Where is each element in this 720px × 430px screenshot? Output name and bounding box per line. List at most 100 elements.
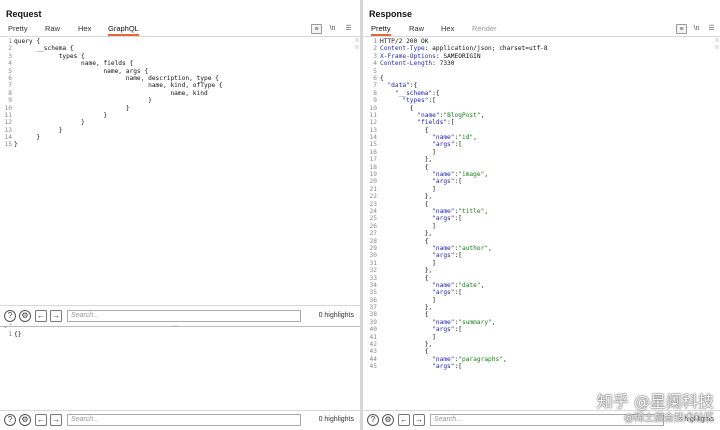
variables-search-bar: ? ⚙ ← → Search... 0 highlights bbox=[0, 412, 360, 428]
query-search-input[interactable]: Search... bbox=[67, 310, 301, 322]
response-line: ] bbox=[380, 185, 436, 193]
response-line: HTTP/2 200 OK bbox=[380, 38, 429, 45]
query-highlights-count: 0 highlights bbox=[318, 312, 354, 319]
line-number: 7 bbox=[8, 82, 12, 90]
response-line: "name":"paragraphs", bbox=[432, 355, 507, 363]
arrow-left-icon[interactable]: ← bbox=[35, 310, 47, 322]
code-line: {} bbox=[14, 331, 22, 338]
response-line: X-Frame-Options: SAMEORIGIN bbox=[380, 52, 481, 60]
arrow-left-icon[interactable]: ← bbox=[398, 414, 410, 426]
line-number: 19 bbox=[369, 171, 377, 179]
response-line: }, bbox=[380, 341, 433, 349]
line-number: 29 bbox=[369, 244, 377, 252]
text-wrap-icon[interactable]: ≡ bbox=[311, 24, 322, 34]
collapse-chevron-icon[interactable]: ⌄⌃ bbox=[3, 323, 13, 330]
line-number: 26 bbox=[369, 222, 377, 230]
response-scroll-strip[interactable] bbox=[714, 38, 720, 52]
response-line: ] bbox=[380, 259, 436, 267]
response-line: }, bbox=[380, 304, 433, 312]
line-number: 2 bbox=[8, 45, 12, 53]
arrow-right-icon[interactable]: → bbox=[50, 310, 62, 322]
line-number: 2 bbox=[373, 45, 377, 53]
arrow-right-icon[interactable]: → bbox=[50, 414, 62, 426]
response-title: Response bbox=[369, 9, 413, 19]
line-number: 15 bbox=[4, 141, 12, 149]
response-line: "name":"image", bbox=[432, 171, 489, 179]
text-wrap-icon[interactable]: ≡ bbox=[676, 24, 687, 34]
code-line: name, fields { bbox=[14, 60, 134, 68]
code-line: query { bbox=[14, 38, 41, 45]
line-number: 20 bbox=[369, 178, 377, 186]
line-number: 1 bbox=[8, 38, 12, 45]
arrow-right-icon[interactable]: → bbox=[413, 414, 425, 426]
line-number: 32 bbox=[369, 267, 377, 275]
line-number: 14 bbox=[4, 134, 12, 142]
request-tab-separator bbox=[0, 36, 360, 37]
response-line: { bbox=[380, 200, 429, 208]
graphql-variables-editor[interactable]: 1 {} bbox=[0, 331, 360, 407]
response-line: "args":[ bbox=[432, 141, 462, 149]
newline-icon[interactable]: \n bbox=[691, 24, 702, 34]
line-number: 37 bbox=[369, 304, 377, 312]
request-tab-raw[interactable]: Raw bbox=[45, 24, 60, 36]
splitter-grip-icon[interactable]: ⋯ bbox=[172, 323, 178, 330]
newline-icon[interactable]: \n bbox=[327, 24, 338, 34]
response-line: Content-Type: application/json; charset=… bbox=[380, 45, 548, 53]
line-number: 42 bbox=[369, 341, 377, 349]
response-line: "data":{ bbox=[387, 82, 418, 90]
request-pane: Request Pretty Raw Hex GraphQL ≡ \n ☰ 12… bbox=[0, 0, 360, 430]
line-number: 12 bbox=[369, 119, 377, 127]
gear-icon[interactable]: ⚙ bbox=[382, 414, 394, 426]
response-line bbox=[380, 68, 548, 75]
help-circle-icon[interactable]: ? bbox=[4, 414, 16, 426]
response-line: "types":[ bbox=[402, 97, 436, 105]
code-line: name, description, type { bbox=[14, 74, 219, 82]
request-tab-pretty[interactable]: Pretty bbox=[8, 24, 28, 36]
line-number: 10 bbox=[4, 104, 12, 112]
line-number: 30 bbox=[369, 252, 377, 260]
response-line: }, bbox=[380, 156, 433, 164]
response-line: "__schema":{ bbox=[394, 89, 440, 97]
gear-icon[interactable]: ⚙ bbox=[19, 310, 31, 322]
response-line: { bbox=[380, 74, 384, 82]
line-number: 9 bbox=[8, 97, 12, 105]
line-number: 1 bbox=[8, 331, 12, 338]
code-line: } bbox=[14, 134, 41, 142]
help-circle-icon[interactable]: ? bbox=[4, 310, 16, 322]
line-number-gutter: 1 2 3 4 5 6 7 8 9 10 11 12 13 14 15 bbox=[0, 38, 12, 149]
menu-icon[interactable]: ☰ bbox=[343, 24, 354, 34]
help-circle-icon[interactable]: ? bbox=[367, 414, 379, 426]
gear-icon[interactable]: ⚙ bbox=[19, 414, 31, 426]
line-number-gutter: 1 bbox=[0, 331, 12, 338]
response-tab-hex[interactable]: Hex bbox=[441, 24, 454, 36]
code-line: name, kind, ofType { bbox=[14, 82, 223, 90]
line-number: 24 bbox=[369, 207, 377, 215]
line-number: 4 bbox=[373, 60, 377, 68]
code-line: } bbox=[14, 111, 108, 119]
response-line: "name":"BlogPost", bbox=[417, 111, 485, 119]
variables-search-input[interactable]: Search... bbox=[67, 414, 301, 426]
response-tab-raw[interactable]: Raw bbox=[409, 24, 424, 36]
line-number: 5 bbox=[373, 67, 377, 75]
line-number: 8 bbox=[8, 89, 12, 97]
variables-splitter[interactable] bbox=[0, 326, 360, 327]
response-tab-render[interactable]: Render bbox=[472, 24, 497, 36]
graphql-query-editor[interactable]: 1 2 3 4 5 6 7 8 9 10 11 12 13 14 15 query { __schema {… bbox=[0, 38, 360, 300]
line-number: 1 bbox=[373, 38, 377, 45]
code-line: __schema { bbox=[14, 45, 74, 53]
line-number: 9 bbox=[373, 97, 377, 105]
response-tab-pretty[interactable]: Pretty bbox=[371, 24, 391, 36]
response-line: "name":"author", bbox=[432, 244, 492, 252]
code-line: } bbox=[14, 141, 18, 149]
response-line: { bbox=[380, 126, 429, 134]
response-pane: Response Pretty Raw Hex Render ≡ \n ☰ 12… bbox=[363, 0, 720, 430]
request-tab-graphql[interactable]: GraphQL bbox=[108, 24, 139, 36]
request-tab-hex[interactable]: Hex bbox=[78, 24, 91, 36]
menu-icon[interactable]: ☰ bbox=[706, 24, 717, 34]
line-number: 36 bbox=[369, 296, 377, 304]
arrow-left-icon[interactable]: ← bbox=[35, 414, 47, 426]
code-line: } bbox=[14, 97, 152, 105]
response-body-viewer[interactable]: 1 2 3 4 5 6 7 8 9 10 11 12 13 14 15 16 17 18 19 20 21 22 23 24 2… bbox=[363, 38, 720, 410]
response-line: }, bbox=[380, 193, 433, 201]
request-title: Request bbox=[6, 9, 42, 19]
